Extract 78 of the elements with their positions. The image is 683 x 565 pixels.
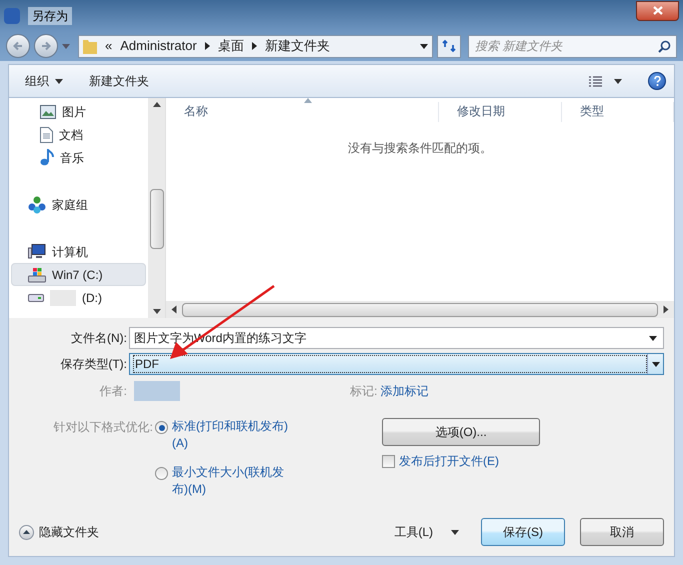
checkbox-label[interactable]: 发布后打开文件(E) xyxy=(399,452,499,470)
document-icon xyxy=(40,126,53,142)
chevron-right-icon xyxy=(204,42,210,50)
radio-button[interactable] xyxy=(155,467,168,480)
scroll-thumb[interactable] xyxy=(182,302,658,316)
list-view-icon xyxy=(589,76,602,86)
caret-icon xyxy=(652,362,660,366)
refresh-button[interactable] xyxy=(437,34,461,58)
music-note-icon xyxy=(40,149,54,166)
cancel-button[interactable]: 取消 xyxy=(580,518,664,546)
add-tag-link[interactable]: 添加标记 xyxy=(380,382,428,400)
caret-icon xyxy=(55,78,63,84)
organize-button[interactable]: 组织 xyxy=(25,72,63,90)
caret-icon xyxy=(420,44,428,48)
nav-item[interactable]: 音乐 xyxy=(11,146,146,169)
radio-button[interactable] xyxy=(155,421,168,434)
left-arrow-icon xyxy=(13,41,23,51)
nav-item[interactable]: 图片 xyxy=(11,100,146,123)
filename-label: 文件名(N): xyxy=(70,330,128,347)
caret-icon xyxy=(152,102,160,107)
caret-icon xyxy=(152,309,160,314)
caret-icon xyxy=(649,336,657,340)
picture-icon xyxy=(40,104,56,118)
hide-folders-button[interactable]: 隐藏文件夹 xyxy=(19,523,99,541)
forward-button[interactable] xyxy=(34,34,58,58)
overflow-chevron[interactable]: « xyxy=(105,36,112,56)
nav-item[interactable]: 文档 xyxy=(11,123,146,146)
search-field[interactable]: 搜索 新建文件夹 xyxy=(468,34,677,58)
checkbox[interactable] xyxy=(382,454,395,468)
nav-item[interactable]: (D:) xyxy=(11,286,146,309)
breadcrumb-item[interactable]: 新建文件夹 xyxy=(264,36,330,56)
system-drive-icon xyxy=(28,266,46,282)
empty-message: 没有与搜索条件匹配的项。 xyxy=(348,140,492,157)
nav-item[interactable]: 计算机 xyxy=(11,240,146,263)
nav-item[interactable]: Win7 (C:) xyxy=(11,263,146,286)
help-button[interactable] xyxy=(648,72,666,90)
help-icon xyxy=(654,76,660,86)
save-type-dropdown[interactable]: PDF xyxy=(129,353,664,375)
radio-label[interactable]: 标准(打印和联机发布)(A) xyxy=(172,418,294,452)
close-button[interactable] xyxy=(636,0,679,20)
horizontal-scrollbar[interactable] xyxy=(166,301,674,318)
search-icon xyxy=(658,40,671,52)
options-button[interactable]: 选项(O)... xyxy=(382,418,540,446)
caret-icon xyxy=(664,306,668,314)
author-redacted xyxy=(134,381,180,401)
window-title: 另存为 xyxy=(28,6,72,24)
caret-icon xyxy=(614,78,622,84)
tools-button[interactable]: 工具(L) xyxy=(394,523,459,541)
refresh-icon xyxy=(442,39,456,53)
column-header[interactable]: 名称 xyxy=(166,102,439,122)
breadcrumb-item[interactable]: 桌面 xyxy=(218,36,244,56)
chevron-right-icon xyxy=(252,42,257,50)
right-arrow-icon xyxy=(41,41,51,51)
save-button[interactable]: 保存(S) xyxy=(481,518,565,546)
back-button[interactable] xyxy=(6,34,30,58)
caret-icon xyxy=(172,306,176,314)
homegroup-icon xyxy=(28,196,46,214)
chevron-up-icon xyxy=(23,530,30,534)
address-bar[interactable]: « Administrator 桌面 新建文件夹 xyxy=(78,34,433,58)
scroll-thumb[interactable] xyxy=(150,189,164,249)
new-folder-button[interactable]: 新建文件夹 xyxy=(89,72,149,90)
breadcrumb-item[interactable]: Administrator xyxy=(120,36,197,56)
close-icon xyxy=(652,6,662,15)
nav-item[interactable]: 家庭组 xyxy=(11,193,146,216)
caret-icon xyxy=(451,530,459,534)
tags-label: 标记: xyxy=(350,383,378,400)
folder-icon xyxy=(83,38,97,54)
caret-icon xyxy=(62,44,70,48)
optimize-label: 针对以下格式优化: xyxy=(52,419,154,436)
computer-icon xyxy=(28,244,46,260)
column-header[interactable]: 类型 xyxy=(562,102,674,122)
save-type-label: 保存类型(T): xyxy=(59,356,128,373)
view-options-button[interactable] xyxy=(589,76,622,86)
author-label: 作者: xyxy=(98,383,128,400)
radio-label[interactable]: 最小文件大小(联机发布)(M) xyxy=(172,464,294,498)
vertical-scrollbar[interactable] xyxy=(148,98,165,318)
drive-icon xyxy=(28,294,44,302)
column-header[interactable]: 修改日期 xyxy=(439,102,562,122)
